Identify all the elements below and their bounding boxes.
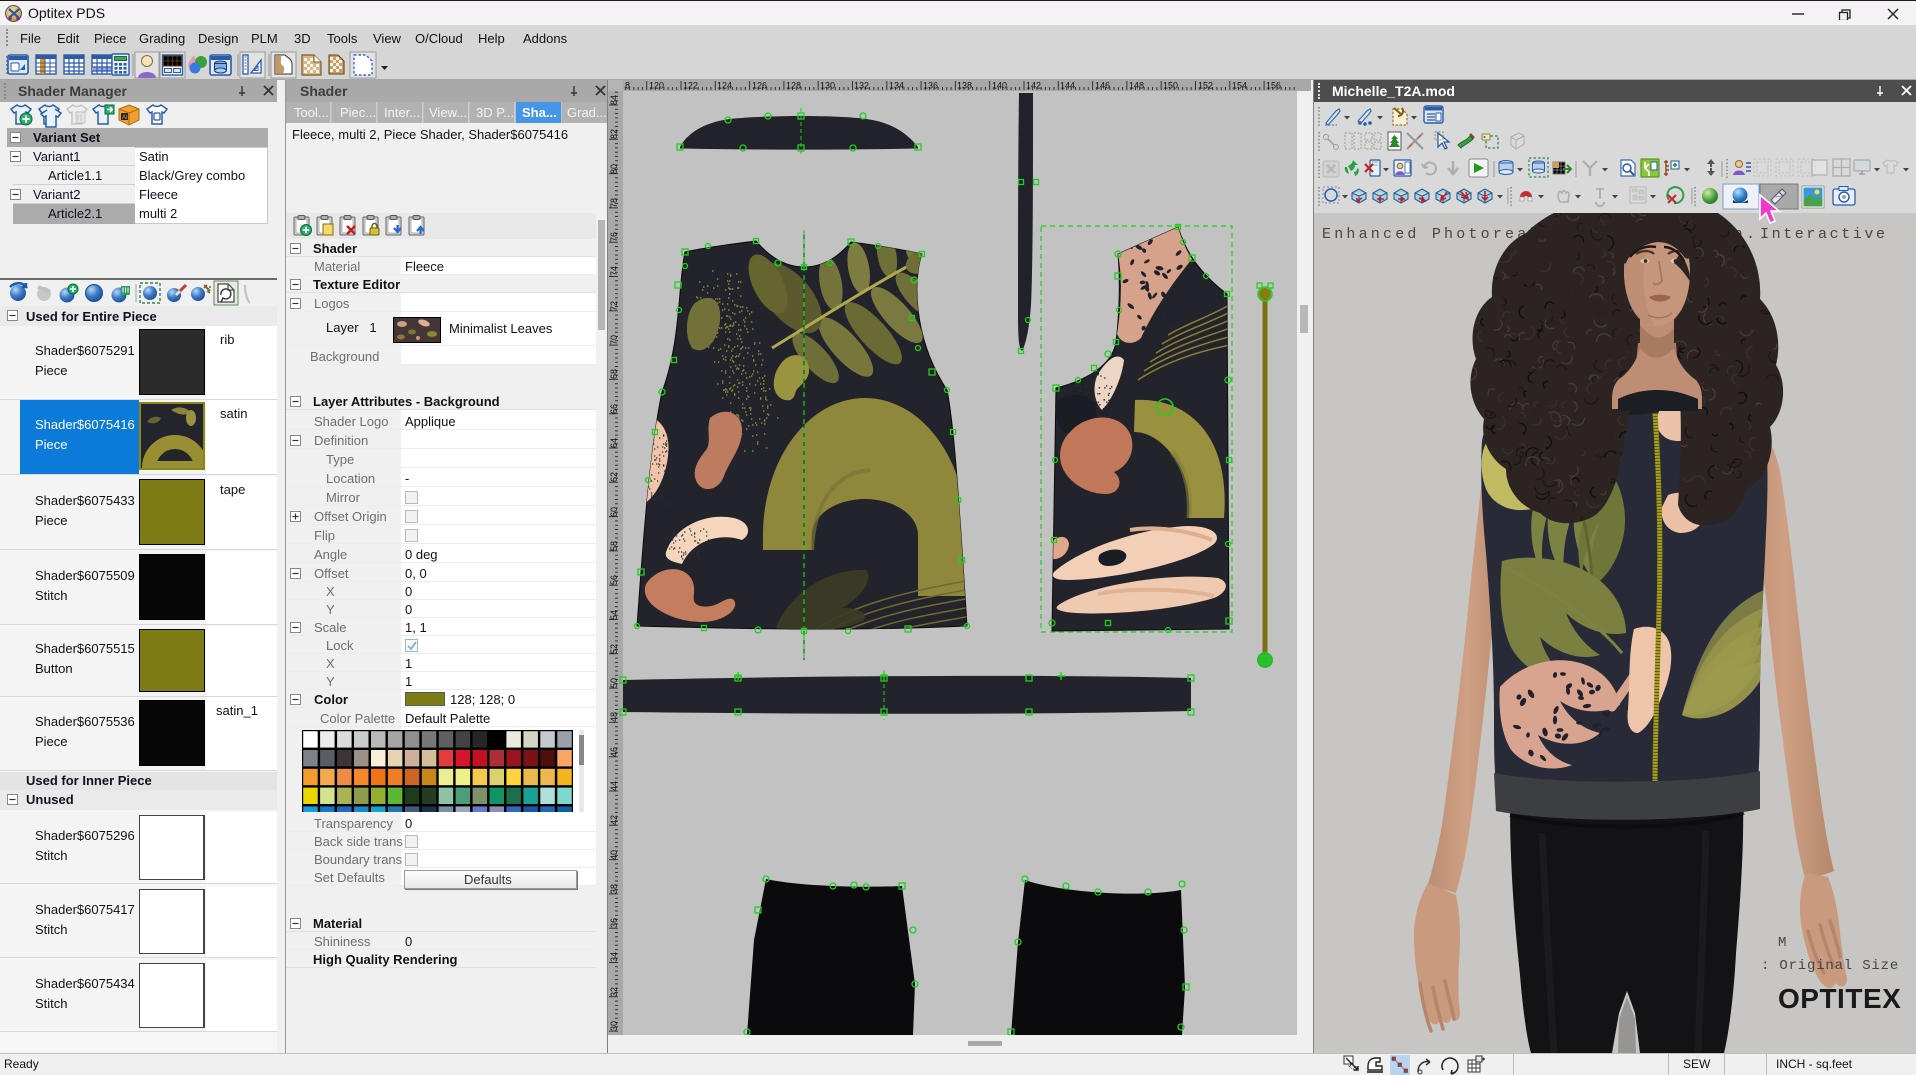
svg-text:142: 142	[1026, 81, 1041, 91]
svg-text:54: 54	[609, 610, 619, 620]
svg-text:76: 76	[609, 232, 619, 242]
svg-text:46: 46	[609, 747, 619, 757]
svg-text:32: 32	[609, 987, 619, 997]
svg-text:48: 48	[609, 712, 619, 722]
svg-text:130: 130	[820, 81, 835, 91]
svg-text:50: 50	[609, 678, 619, 688]
svg-text:40: 40	[609, 850, 619, 860]
svg-text:34: 34	[609, 952, 619, 962]
svg-text:58: 58	[609, 541, 619, 551]
svg-text:78: 78	[609, 198, 619, 208]
svg-text:126: 126	[752, 81, 767, 91]
svg-text:36: 36	[609, 918, 619, 928]
svg-text:134: 134	[889, 81, 904, 91]
svg-text:8: 8	[625, 81, 630, 91]
svg-text:60: 60	[609, 507, 619, 517]
svg-text:Interactive: Interactive	[1760, 226, 1888, 243]
svg-text:56: 56	[609, 575, 619, 585]
svg-text:140: 140	[992, 81, 1007, 91]
svg-text:M: M	[1778, 935, 1786, 951]
svg-text:84: 84	[609, 95, 619, 105]
svg-text:38: 38	[609, 884, 619, 894]
svg-text:150: 150	[1163, 81, 1178, 91]
svg-text:128: 128	[786, 81, 801, 91]
svg-text:68: 68	[609, 369, 619, 379]
svg-text:152: 152	[1198, 81, 1213, 91]
svg-text:148: 148	[1129, 81, 1144, 91]
svg-text:72: 72	[609, 301, 619, 311]
svg-text:64: 64	[609, 438, 619, 448]
svg-text:82: 82	[609, 129, 619, 139]
svg-text:138: 138	[957, 81, 972, 91]
svg-text:144: 144	[1060, 81, 1075, 91]
svg-text:146: 146	[1095, 81, 1110, 91]
svg-text:44: 44	[609, 781, 619, 791]
svg-text:120: 120	[649, 81, 664, 91]
svg-text:80: 80	[609, 164, 619, 174]
svg-text:132: 132	[854, 81, 869, 91]
svg-text:42: 42	[609, 815, 619, 825]
svg-text:136: 136	[923, 81, 938, 91]
svg-text:124: 124	[717, 81, 732, 91]
svg-text:1.0: 1.0	[1346, 1062, 1358, 1074]
svg-text:30: 30	[609, 1021, 619, 1031]
svg-text:66: 66	[609, 404, 619, 414]
svg-text:: Original Size: : Original Size	[1761, 958, 1899, 974]
svg-text:AI: AI	[122, 115, 128, 121]
svg-text:62: 62	[609, 472, 619, 482]
svg-text:OPTITEX: OPTITEX	[1778, 983, 1901, 1014]
svg-text:154: 154	[1232, 81, 1247, 91]
svg-text:156: 156	[1266, 81, 1281, 91]
svg-text:74: 74	[609, 266, 619, 276]
svg-text:122: 122	[683, 81, 698, 91]
svg-text:70: 70	[609, 335, 619, 345]
svg-text:52: 52	[609, 644, 619, 654]
